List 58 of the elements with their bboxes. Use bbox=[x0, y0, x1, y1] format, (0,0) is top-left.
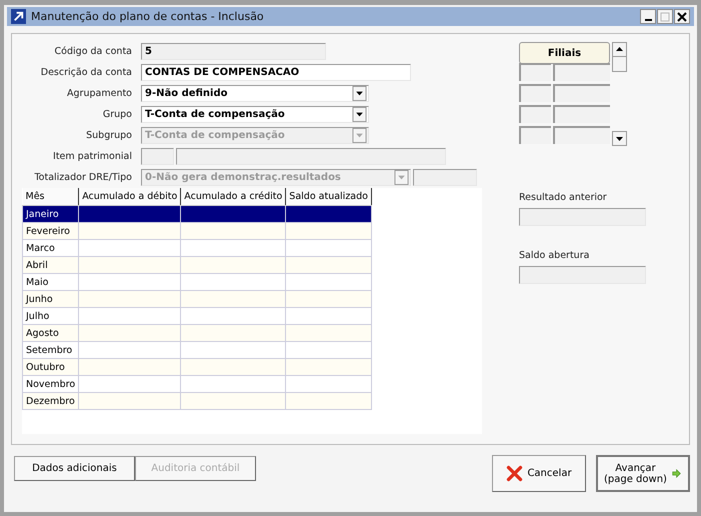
cancel-button[interactable]: Cancelar bbox=[492, 455, 586, 492]
text-field[interactable]: CONTAS DE COMPENSACAO bbox=[141, 64, 411, 81]
scroll-thumb[interactable] bbox=[612, 57, 627, 72]
month-row[interactable]: Dezembro bbox=[22, 392, 372, 410]
next-button[interactable]: Avançar (page down) bbox=[596, 455, 690, 492]
close-icon bbox=[677, 12, 687, 22]
month-row[interactable]: Abril bbox=[22, 256, 372, 274]
minimize-icon bbox=[644, 18, 652, 20]
text-field[interactable] bbox=[413, 169, 477, 186]
column-header[interactable]: Saldo atualizado bbox=[286, 188, 372, 206]
minimize-button[interactable] bbox=[640, 9, 656, 24]
grid-cell bbox=[519, 126, 551, 144]
table-cell: Abril bbox=[22, 256, 79, 274]
field-label: Totalizador DRE/Tipo bbox=[33, 172, 132, 183]
table-cell: Janeiro bbox=[22, 206, 79, 222]
dropdown-field[interactable]: 9-Não definido bbox=[141, 85, 369, 102]
field-label: Agrupamento bbox=[66, 88, 132, 99]
field-label: Saldo abertura bbox=[519, 250, 590, 261]
grid-cell bbox=[553, 63, 610, 81]
maximize-icon bbox=[660, 12, 670, 22]
column-header[interactable]: Acumulado a crédito bbox=[180, 188, 286, 206]
field-label: Código da conta bbox=[54, 46, 132, 57]
field-label: Descrição da conta bbox=[40, 67, 132, 78]
month-row[interactable]: Outubro bbox=[22, 358, 372, 376]
table-cell: Dezembro bbox=[22, 392, 79, 410]
scroll-up-icon[interactable] bbox=[612, 42, 627, 57]
text-field[interactable] bbox=[176, 148, 446, 165]
cross-icon bbox=[506, 465, 524, 482]
grid-cell bbox=[553, 105, 610, 123]
grid-cell bbox=[519, 63, 551, 81]
field-label: Subgrupo bbox=[85, 130, 132, 141]
text-field[interactable] bbox=[519, 266, 646, 284]
scrollbar[interactable] bbox=[612, 42, 627, 146]
field-label: Resultado anterior bbox=[519, 192, 608, 203]
month-row[interactable]: Fevereiro bbox=[22, 222, 372, 240]
column-header[interactable]: Acumulado a débito bbox=[78, 188, 181, 206]
field-label: Item patrimonial bbox=[52, 151, 132, 162]
column-header[interactable]: Filiais bbox=[519, 42, 610, 64]
table-cell: Agosto bbox=[22, 324, 79, 342]
scroll-down-icon[interactable] bbox=[612, 131, 627, 146]
table-cell: Outubro bbox=[22, 358, 79, 376]
table-cell: Fevereiro bbox=[22, 222, 79, 240]
month-row[interactable]: Janeiro bbox=[22, 206, 372, 222]
grid-cell bbox=[519, 84, 551, 102]
month-row[interactable]: Agosto bbox=[22, 324, 372, 342]
field-label: Grupo bbox=[102, 109, 132, 120]
dropdown-field[interactable]: T-Conta de compensação bbox=[141, 106, 369, 123]
grid-cell bbox=[553, 126, 610, 144]
window-title: Manutenção do plano de contas - Inclusão bbox=[31, 10, 264, 23]
grid-cell bbox=[553, 84, 610, 102]
app-icon bbox=[11, 9, 26, 24]
close-button[interactable] bbox=[674, 9, 690, 24]
table-cell: Junho bbox=[22, 290, 79, 308]
month-row[interactable]: Junho bbox=[22, 290, 372, 308]
text-field[interactable] bbox=[519, 208, 646, 226]
grid-cell bbox=[519, 105, 551, 123]
action-button[interactable]: Dados adicionais bbox=[14, 456, 135, 481]
column-header[interactable]: Mês bbox=[22, 188, 79, 206]
